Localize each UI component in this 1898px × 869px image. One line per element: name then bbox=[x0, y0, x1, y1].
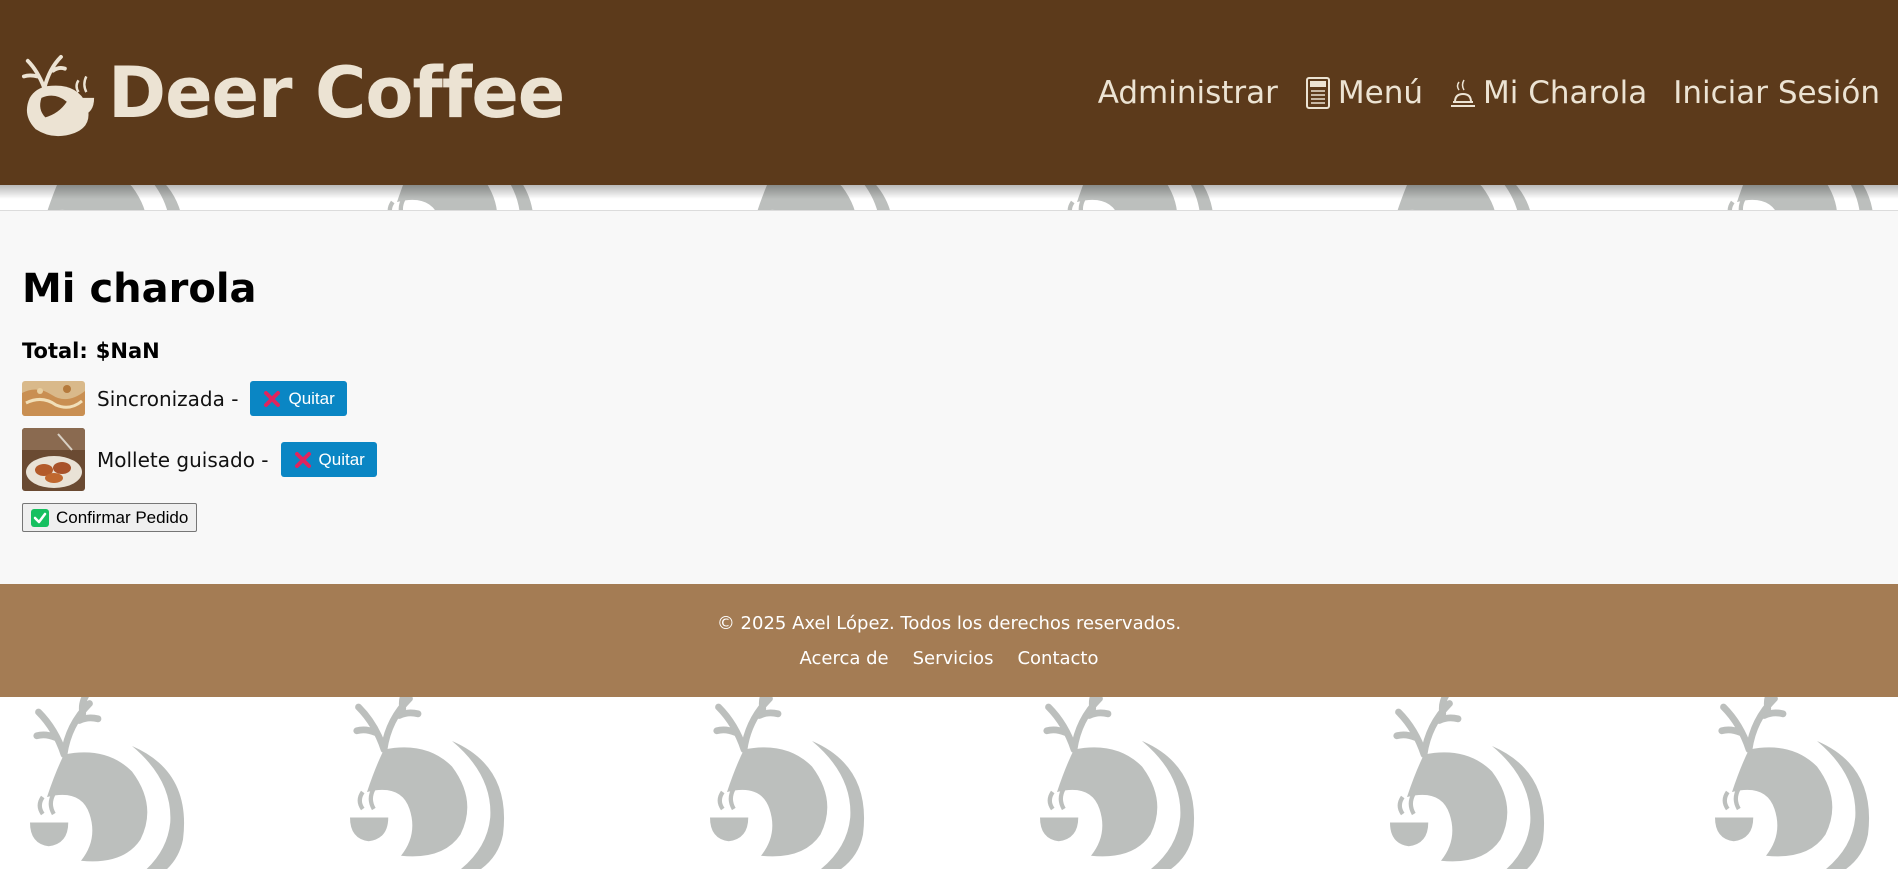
main-nav: Administrar Menú Mi Charola Iniciar Sesi… bbox=[1098, 75, 1880, 111]
list-item: Sincronizada - Quitar bbox=[22, 381, 1876, 416]
menu-card-icon bbox=[1305, 76, 1330, 109]
brand-name: Deer Coffee bbox=[108, 51, 565, 134]
nav-item-mi-charola[interactable]: Mi Charola bbox=[1449, 75, 1647, 111]
nav-item-menu[interactable]: Menú bbox=[1304, 75, 1423, 111]
nav-label: Administrar bbox=[1097, 74, 1278, 111]
page-title: Mi charola bbox=[22, 266, 257, 312]
nav-item-administrar[interactable]: Administrar bbox=[1098, 75, 1278, 111]
list-item: Mollete guisado - Quitar bbox=[22, 428, 1876, 491]
confirm-label: Confirmar Pedido bbox=[56, 507, 189, 527]
footer-links: Acerca de Servicios Contacto bbox=[799, 648, 1098, 669]
site-header: Deer Coffee Administrar Menú Mi Charola … bbox=[0, 0, 1898, 185]
remove-button[interactable]: Quitar bbox=[250, 381, 347, 416]
total-value: $NaN bbox=[95, 339, 160, 363]
check-icon bbox=[31, 508, 49, 527]
item-name: Sincronizada - bbox=[97, 386, 239, 411]
footer-link-servicios[interactable]: Servicios bbox=[913, 648, 994, 669]
remove-label: Quitar bbox=[288, 388, 335, 408]
remove-label: Quitar bbox=[318, 449, 365, 469]
total-label: Total: bbox=[22, 339, 88, 363]
close-icon bbox=[294, 451, 311, 468]
confirm-order-button[interactable]: Confirmar Pedido bbox=[22, 503, 198, 532]
nav-label: Menú bbox=[1337, 74, 1424, 111]
remove-button[interactable]: Quitar bbox=[280, 442, 377, 477]
nav-item-iniciar-sesion[interactable]: Iniciar Sesión bbox=[1673, 75, 1880, 111]
cart-total: Total: $NaN bbox=[22, 339, 1876, 363]
copyright-text: © 2025 Axel López. Todos los derechos re… bbox=[716, 612, 1182, 634]
deer-coffee-logo-icon bbox=[21, 54, 95, 136]
header-shadow bbox=[0, 185, 1898, 199]
item-name: Mollete guisado - bbox=[97, 447, 269, 472]
nav-label: Mi Charola bbox=[1483, 74, 1648, 111]
close-icon bbox=[264, 390, 281, 407]
product-thumbnail bbox=[22, 381, 85, 416]
cart-section: Mi charola Total: $NaN Sincronizada - Qu… bbox=[0, 210, 1898, 584]
footer-link-contacto[interactable]: Contacto bbox=[1017, 648, 1098, 669]
product-thumbnail bbox=[22, 428, 85, 491]
nav-label: Iniciar Sesión bbox=[1673, 74, 1880, 111]
tray-icon bbox=[1451, 79, 1476, 107]
site-footer: © 2025 Axel López. Todos los derechos re… bbox=[0, 584, 1898, 697]
footer-link-acerca[interactable]: Acerca de bbox=[799, 648, 888, 669]
brand[interactable]: Deer Coffee bbox=[20, 48, 565, 138]
